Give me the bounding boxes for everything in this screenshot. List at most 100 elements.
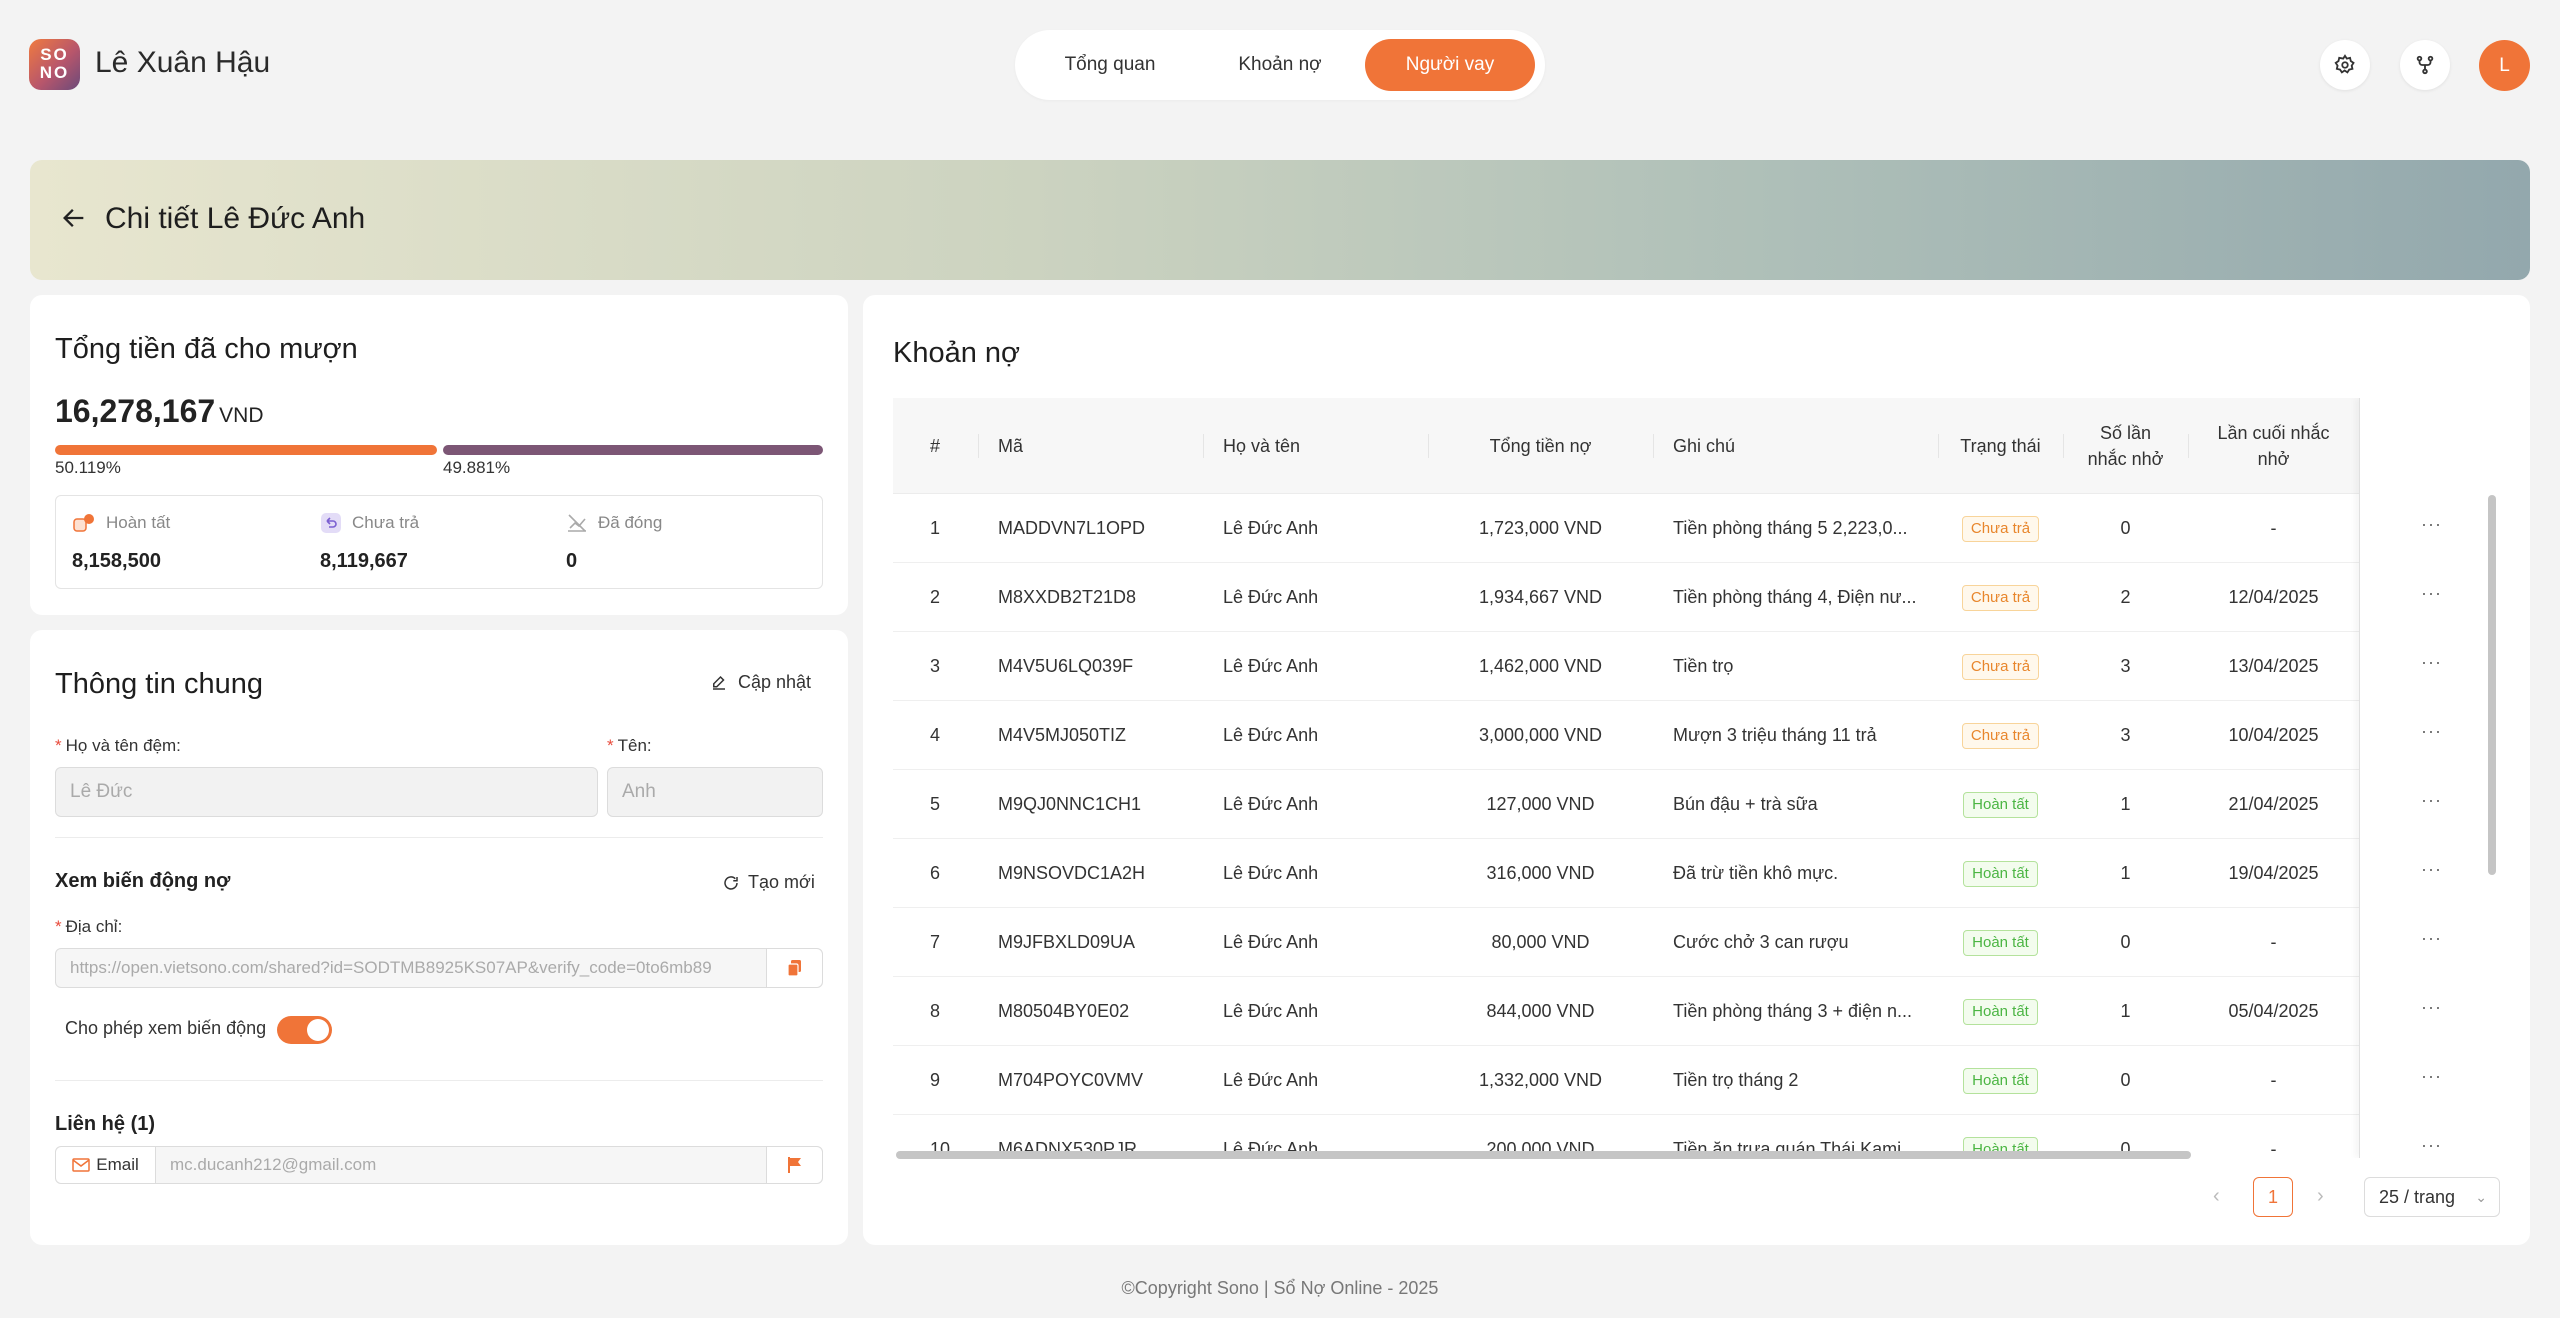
horizontal-scrollbar[interactable]	[896, 1151, 2191, 1159]
contact-type-select[interactable]: Email	[56, 1147, 156, 1183]
vertical-scrollbar[interactable]	[2488, 495, 2496, 875]
share-url-field[interactable]: https://open.vietsono.com/shared?id=SODT…	[55, 948, 823, 988]
row-actions-button[interactable]: ···	[2421, 583, 2442, 604]
col-total[interactable]: Tổng tiền nợ	[1428, 398, 1653, 494]
cell-last-reminder: 05/04/2025	[2228, 1001, 2319, 1021]
status-badge: Chưa trả	[1961, 723, 2040, 750]
refresh-icon	[724, 875, 738, 890]
cell-total: 1,934,667 VND	[1478, 587, 1603, 607]
page-size-select[interactable]: 25 / trang ⌄	[2364, 1177, 2500, 1217]
row-actions-button[interactable]: ···	[2421, 859, 2442, 880]
cell-status: Chưa trả	[1938, 701, 2063, 770]
prev-page-button[interactable]: ‹	[2213, 1185, 2220, 1208]
row-actions-button[interactable]: ···	[2421, 790, 2442, 811]
cell-reminders: 0	[2120, 932, 2131, 952]
share-url-input[interactable]: https://open.vietsono.com/shared?id=SODT…	[70, 949, 760, 987]
col-reminders[interactable]: Số lần nhắc nhở	[2063, 398, 2188, 494]
cell-code: M8XXDB2T21D8	[998, 587, 1137, 607]
row-actions-button[interactable]: ···	[2421, 997, 2442, 1018]
tab-borrowers[interactable]: Người vay	[1365, 39, 1535, 91]
cell-index: 7	[930, 932, 941, 952]
address-label: * Địa chỉ:	[55, 917, 123, 936]
contact-type-label: Email	[96, 1155, 139, 1174]
row-actions-button[interactable]: ···	[2421, 928, 2442, 949]
gear-icon	[2334, 54, 2355, 74]
stats-box: Hoàn tất 8,158,500 Chưa trả 8,119,667 Đã…	[55, 495, 823, 589]
cell-index: 5	[930, 794, 941, 814]
next-page-button[interactable]: ›	[2317, 1185, 2324, 1208]
col-last-reminder[interactable]: Lần cuối nhắc nhở	[2188, 398, 2359, 494]
col-note-label: Ghi chú	[1673, 436, 1736, 456]
table-row[interactable]: 6 M9NSOVDC1A2H Lê Đức Anh 316,000 VND Đã trừ…	[893, 839, 2500, 908]
table-row[interactable]: 1 MADDVN7L1OPD Lê Đức Anh 1,723,000 VND Tiền…	[893, 494, 2500, 563]
cell-status: Hoàn tất	[1938, 908, 2063, 977]
cell-code: M9JFBXLD09UA	[998, 932, 1136, 952]
table-row[interactable]: 3 M4V5U6LQ039F Lê Đức Anh 1,462,000 VND Tiền…	[893, 632, 2500, 701]
chevron-down-icon: ⌄	[2475, 1189, 2487, 1205]
copy-button[interactable]	[766, 949, 822, 987]
stat-unpaid-value: 8,119,667	[320, 550, 408, 572]
status-badge: Hoàn tất	[1963, 792, 2038, 819]
col-status-label: Trạng thái	[1960, 436, 2041, 456]
avatar[interactable]: L	[2479, 40, 2530, 91]
col-code-label: Mã	[998, 436, 1024, 456]
divider	[55, 837, 823, 838]
row-actions-button[interactable]: ···	[2421, 1066, 2442, 1087]
allow-view-toggle[interactable]	[277, 1016, 332, 1044]
row-actions-button[interactable]: ···	[2421, 652, 2442, 673]
tab-debts[interactable]: Khoản nợ	[1205, 39, 1355, 91]
table-row[interactable]: 7 M9JFBXLD09UA Lê Đức Anh 80,000 VND Cước ch…	[893, 908, 2500, 977]
completed-progress-bar	[55, 445, 437, 455]
cell-code: M80504BY0E02	[998, 1001, 1130, 1021]
sono-logo[interactable]: SO NO	[29, 39, 80, 90]
cell-status: Hoàn tất	[1938, 839, 2063, 908]
cell-note: Tiền phòng tháng 5 2,223,0...	[1673, 518, 1908, 538]
col-last-reminder-label: Lần cuối nhắc nhở	[2217, 423, 2330, 469]
cell-name: Lê Đức Anh	[1223, 518, 1319, 538]
total-amount: 16,278,167 VND	[55, 393, 264, 430]
cell-total: 844,000 VND	[1486, 1001, 1595, 1021]
status-badge: Hoàn tất	[1963, 930, 2038, 957]
cell-code: M704POYC0VMV	[998, 1070, 1144, 1090]
primary-contact-button[interactable]	[766, 1147, 822, 1183]
table-row[interactable]: 9 M704POYC0VMV Lê Đức Anh 1,332,000 VND Tiền…	[893, 1046, 2500, 1115]
cell-name: Lê Đức Anh	[1223, 1070, 1319, 1090]
table-row[interactable]: 8 M80504BY0E02 Lê Đức Anh 844,000 VND Tiền p…	[893, 977, 2500, 1046]
table-row[interactable]: 5 M9QJ0NNC1CH1 Lê Đức Anh 127,000 VND Bún đậ…	[893, 770, 2500, 839]
cell-last-reminder: 10/04/2025	[2228, 725, 2319, 745]
chart-off-icon	[568, 514, 586, 532]
back-button[interactable]	[60, 204, 88, 237]
col-note[interactable]: Ghi chú	[1653, 398, 1938, 494]
create-link-button[interactable]: Tạo mới	[722, 872, 815, 893]
edit-icon	[713, 675, 725, 690]
divider	[55, 1080, 823, 1081]
row-actions-button[interactable]: ···	[2421, 1135, 2442, 1156]
current-page-button[interactable]: 1	[2253, 1177, 2293, 1217]
cell-reminders: 2	[2120, 587, 2131, 607]
footer-copyright: ©Copyright Sono | Sổ Nợ Online - 2025	[1121, 1278, 1439, 1298]
branch-button[interactable]	[2400, 40, 2450, 90]
col-status[interactable]: Trạng thái	[1938, 398, 2063, 494]
stat-completed-value: 8,158,500	[72, 550, 161, 572]
cell-name: Lê Đức Anh	[1223, 725, 1319, 745]
table-row[interactable]: 2 M8XXDB2T21D8 Lê Đức Anh 1,934,667 VND Tiền…	[893, 563, 2500, 632]
col-code[interactable]: Mã	[978, 398, 1203, 494]
status-badge: Hoàn tất	[1963, 999, 2038, 1026]
first-middle-input[interactable]: Lê Đức	[55, 767, 598, 817]
update-button[interactable]: Cập nhật	[710, 672, 811, 693]
cell-name: Lê Đức Anh	[1223, 863, 1319, 883]
contacts-title: Liên hệ (1)	[55, 1113, 156, 1135]
table-row[interactable]: 4 M4V5MJ050TIZ Lê Đức Anh 3,000,000 VND Mượn…	[893, 701, 2500, 770]
cell-status: Chưa trả	[1938, 632, 2063, 701]
row-actions-button[interactable]: ···	[2421, 514, 2442, 535]
cell-note: Cước chở 3 can rượu	[1673, 932, 1849, 952]
row-actions-button[interactable]: ···	[2421, 721, 2442, 742]
contact-email-input[interactable]: mc.ducanh212@gmail.com	[170, 1147, 376, 1183]
last-name-input[interactable]: Anh	[607, 767, 823, 817]
cell-total: 1,462,000 VND	[1478, 656, 1603, 676]
cell-index: 9	[930, 1070, 941, 1090]
col-name[interactable]: Họ và tên	[1203, 398, 1428, 494]
settings-button[interactable]	[2320, 40, 2370, 90]
cell-last-reminder: -	[2270, 1139, 2277, 1158]
tab-overview[interactable]: Tổng quan	[1035, 39, 1185, 91]
